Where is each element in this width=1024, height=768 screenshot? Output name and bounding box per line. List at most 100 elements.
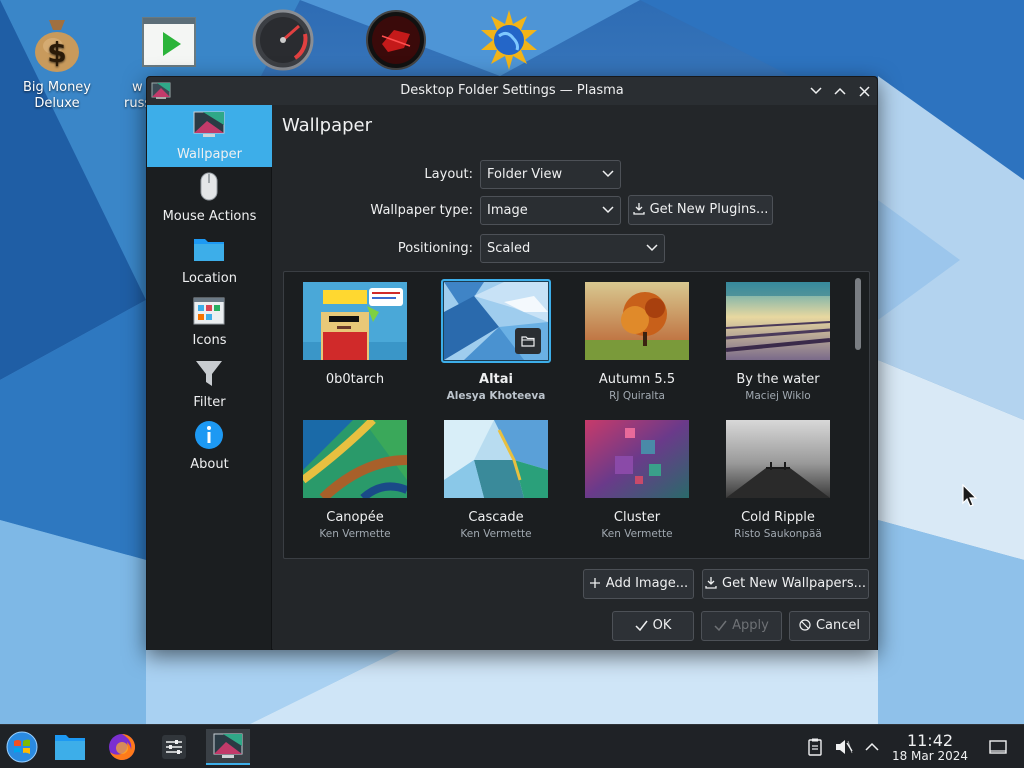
mouse-cursor-icon [962, 484, 978, 507]
wallpaper-type-label: Wallpaper type: [370, 203, 473, 218]
ok-label: OK [652, 618, 672, 633]
wallpaper-item-cascade[interactable]: Cascade Ken Vermette [431, 410, 561, 546]
minimize-button[interactable] [807, 82, 825, 100]
wallpaper-author: Ken Vermette [601, 528, 673, 540]
clock-time[interactable]: 11:42 [890, 731, 970, 750]
filter-icon [196, 361, 222, 386]
sidebar-item-wallpaper[interactable]: Wallpaper [147, 105, 272, 167]
desktop-folder-settings-dialog: Desktop Folder Settings — Plasma Wallpap… [146, 76, 878, 650]
window-title: Desktop Folder Settings — Plasma [400, 83, 624, 98]
wallpaper-thumbnail [444, 420, 548, 498]
wallpaper-type-value: Image [487, 203, 528, 218]
wallpaper-item-cluster[interactable]: Cluster Ken Vermette [572, 410, 702, 546]
wallpaper-author: Alesya Khoteeva [446, 390, 546, 402]
wallpaper-thumbnail [585, 420, 689, 498]
open-folder-button[interactable] [515, 328, 541, 354]
taskbar-desktop-settings-window[interactable] [206, 729, 250, 765]
cancel-label: Cancel [815, 618, 861, 633]
mouse-icon [200, 172, 218, 201]
wallpaper-item-by-the-water[interactable]: By the water Maciej Wiklo [713, 272, 843, 408]
cancel-button[interactable]: Cancel [789, 611, 870, 641]
desktop-icon-globe[interactable] [464, 8, 554, 76]
settings-sidebar: Wallpaper Mouse Actions Location Icons F… [147, 105, 272, 650]
sidebar-item-label: Location [182, 271, 237, 286]
start-menu-icon [6, 731, 38, 763]
sidebar-item-mouse-actions[interactable]: Mouse Actions [147, 167, 272, 229]
desktop-icon-red-game[interactable] [351, 8, 441, 76]
wallpaper-name: By the water [736, 372, 820, 387]
wallpaper-settings-page: Wallpaper Layout: Folder View Wallpaper … [273, 105, 877, 650]
sidebar-item-label: Mouse Actions [162, 209, 257, 224]
folder-icon [55, 735, 85, 760]
money-bag-icon: $ [35, 20, 79, 72]
wallpaper-item-altai[interactable]: Altai Alesya Khoteeva [431, 272, 561, 408]
wallpaper-item-autumn[interactable]: Autumn 5.5 RJ Quiralta [572, 272, 702, 408]
clipboard-icon[interactable] [805, 737, 825, 757]
wallpaper-name: Canopée [326, 510, 384, 525]
ok-button[interactable]: OK [612, 611, 694, 641]
close-icon [858, 85, 870, 97]
positioning-label: Positioning: [397, 241, 473, 256]
firefox-icon [109, 734, 135, 760]
layout-value: Folder View [487, 167, 563, 182]
sidebar-item-filter[interactable]: Filter [147, 353, 272, 415]
show-desktop-icon[interactable] [988, 737, 1008, 757]
wallpaper-author: Maciej Wiklo [745, 390, 811, 402]
wallpaper-name: 0b0tarch [325, 372, 385, 387]
layout-label: Layout: [424, 167, 473, 182]
desktop-icon-big-money-deluxe[interactable]: $ Big Money Deluxe [12, 12, 102, 112]
get-new-wallpapers-label: Get New Wallpapers... [722, 576, 866, 591]
wallpaper-name: Altai [479, 372, 513, 387]
sidebar-item-label: About [190, 457, 229, 472]
add-image-button[interactable]: Add Image... [583, 569, 694, 599]
close-button[interactable] [855, 82, 873, 100]
speedometer-icon [252, 9, 314, 71]
wallpaper-item-0b0tarch[interactable]: 0b0tarch [290, 272, 420, 408]
wallpaper-author: RJ Quiralta [609, 390, 665, 402]
desktop-icon-label: Deluxe [34, 96, 80, 111]
layout-combobox[interactable]: Folder View [480, 160, 621, 189]
chevron-down-icon [602, 170, 614, 178]
get-new-wallpapers-button[interactable]: Get New Wallpapers... [702, 569, 869, 599]
svg-text:$: $ [47, 36, 66, 69]
wallpaper-name: Cold Ripple [741, 510, 815, 525]
settings-sliders-icon [162, 735, 186, 759]
chevron-up-icon[interactable] [862, 737, 882, 757]
get-new-plugins-button[interactable]: Get New Plugins... [628, 195, 773, 225]
wallpaper-thumbnail [585, 282, 689, 360]
get-new-plugins-label: Get New Plugins... [649, 202, 769, 217]
wallpaper-thumbnail [726, 282, 830, 360]
taskbar-system-settings[interactable] [156, 729, 192, 765]
wallpaper-name: Cluster [613, 510, 661, 525]
sidebar-item-about[interactable]: About [147, 415, 272, 477]
wallpaper-name: Cascade [468, 510, 524, 525]
desktop-icon-label: Big Money [22, 80, 91, 95]
checkmark-icon [714, 620, 727, 632]
taskbar-firefox[interactable] [104, 729, 140, 765]
download-icon [705, 577, 717, 589]
sidebar-item-location[interactable]: Location [147, 229, 272, 291]
desktop-icon-speedometer[interactable] [238, 8, 328, 76]
desktop-icon-video[interactable]: w russ [124, 12, 214, 111]
apply-button[interactable]: Apply [701, 611, 782, 641]
taskbar-file-manager[interactable] [52, 729, 88, 765]
wallpaper-item-canopee[interactable]: Canopée Ken Vermette [290, 410, 420, 546]
grid-scrollbar-handle[interactable] [855, 278, 861, 350]
sidebar-item-label: Wallpaper [176, 147, 243, 162]
wallpaper-item-cold-ripple[interactable]: Cold Ripple Risto Saukonpää [713, 410, 843, 546]
folder-icon [194, 239, 224, 261]
wallpaper-name: Autumn 5.5 [598, 372, 676, 387]
checkmark-icon [635, 620, 648, 632]
wallpaper-type-combobox[interactable]: Image [480, 196, 621, 225]
maximize-button[interactable] [831, 82, 849, 100]
wallpaper-thumbnail [303, 420, 407, 498]
wallpaper-grid[interactable]: 0b0tarch Altai Alesya Khoteeva Autumn 5.… [283, 271, 870, 559]
chevron-down-icon [646, 244, 658, 252]
positioning-combobox[interactable]: Scaled [480, 234, 665, 263]
window-titlebar[interactable]: Desktop Folder Settings — Plasma [147, 77, 877, 105]
clock-date[interactable]: 18 Mar 2024 [885, 749, 975, 763]
volume-muted-icon[interactable] [834, 737, 854, 757]
application-launcher-button[interactable] [4, 729, 40, 765]
cancel-icon [799, 619, 811, 631]
sidebar-item-icons[interactable]: Icons [147, 291, 272, 353]
